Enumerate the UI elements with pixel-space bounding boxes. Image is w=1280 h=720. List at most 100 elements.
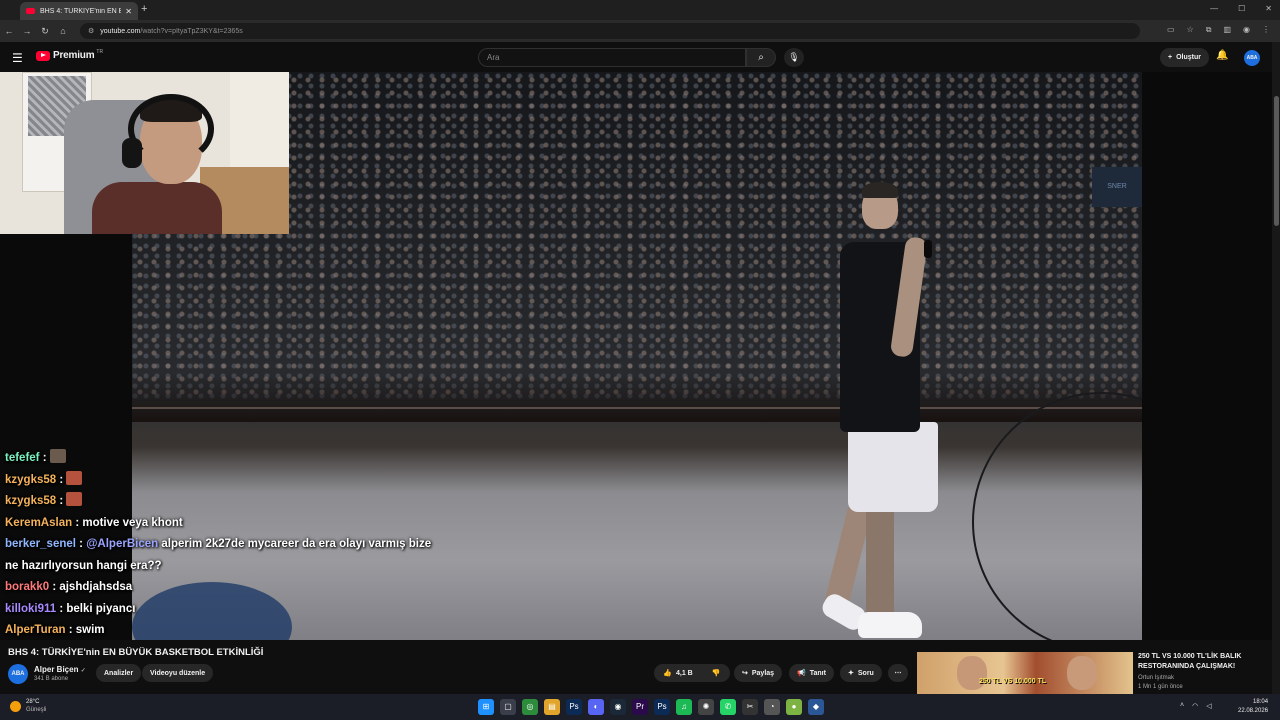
youtube-logo[interactable]: Premium TR xyxy=(36,49,103,61)
scroll-thumb[interactable] xyxy=(1274,96,1279,226)
chat-text: : xyxy=(42,452,47,464)
spotify-icon[interactable]: ♫ xyxy=(676,699,692,715)
ask-button[interactable]: ✦ Soru xyxy=(840,664,882,682)
chat-message: KeremAslan : motive veya khont xyxy=(0,513,450,535)
notifications-bell-icon[interactable]: 🔔 xyxy=(1216,50,1228,61)
volume-icon[interactable]: ◁ xyxy=(1206,702,1211,710)
recommended-video-title[interactable]: 250 TL VS 10.000 TL'LİK BALIK RESTORANIN… xyxy=(1138,652,1268,672)
chatgpt-icon[interactable]: ✺ xyxy=(698,699,714,715)
wifi-icon[interactable]: ◠ xyxy=(1192,702,1198,710)
sidebar-icon[interactable]: ▥ xyxy=(1223,25,1231,35)
recommended-meta: 1 Mn 1 gün önce xyxy=(1138,684,1183,690)
create-button[interactable]: + Oluştur xyxy=(1160,48,1209,67)
chat-overlay: tefefef : kzygks58 : kzygks58 : KeremAsl… xyxy=(0,438,450,642)
edit-video-button[interactable]: Videoyu düzenle xyxy=(142,664,214,682)
chat-message: borakk0 : ajshdjahsdsa xyxy=(0,577,450,599)
chat-username: kzygks58 xyxy=(5,495,57,507)
minimize-icon[interactable]: — xyxy=(1210,4,1218,13)
url-host: youtube.com xyxy=(100,27,141,35)
emote-icon xyxy=(49,449,66,463)
like-button[interactable]: 👍 4,1 B xyxy=(654,664,702,682)
logo-wordmark: Premium xyxy=(53,50,95,61)
app-icon[interactable]: ◆ xyxy=(808,699,824,715)
chat-username: berker_senel xyxy=(5,538,76,550)
megaphone-icon: 📢 xyxy=(797,670,806,677)
bookmark-star-icon[interactable]: ☆ xyxy=(1187,25,1194,35)
new-tab-button[interactable]: + xyxy=(141,3,147,15)
photoshop-icon[interactable]: Ps xyxy=(566,699,582,715)
plus-icon: + xyxy=(1168,54,1173,61)
more-icon: ⋯ xyxy=(894,670,902,677)
emote-icon xyxy=(66,470,83,485)
back-icon[interactable]: ← xyxy=(0,26,18,36)
chrome-profile-icon[interactable]: ◔ xyxy=(764,699,780,715)
chat-message: tefefef : xyxy=(0,448,450,470)
sparkle-icon: ✦ xyxy=(848,670,854,677)
chat-message: berker_senel : @AlperBicen alperim 2k27d… xyxy=(5,538,432,572)
chat-username: borakk0 xyxy=(5,581,50,593)
dislike-button[interactable]: 👎 xyxy=(702,664,730,682)
close-window-icon[interactable]: ✕ xyxy=(1265,4,1272,13)
url-path: /watch?v=pItyaTpZ3KY&t=2365s xyxy=(140,27,243,35)
webcam-overlay xyxy=(0,72,289,234)
share-button[interactable]: ↪ Paylaş xyxy=(734,664,783,682)
extensions-icon[interactable]: ⧉ xyxy=(1206,25,1212,35)
chat-text: : motive veya khont xyxy=(75,516,183,529)
search-input[interactable]: Ara xyxy=(478,48,746,67)
tray-chevron-icon[interactable]: ˄ xyxy=(1180,702,1184,710)
home-icon[interactable]: ⌂ xyxy=(54,26,72,36)
premiere-icon[interactable]: Pr xyxy=(632,699,648,715)
photoshop-alt-icon[interactable]: Ps xyxy=(654,699,670,715)
create-label: Oluştur xyxy=(1176,54,1201,61)
android-icon[interactable]: ● xyxy=(786,699,802,715)
thumbs-up-icon: 👍 xyxy=(663,670,672,677)
analytics-button[interactable]: Analizler xyxy=(96,664,142,682)
chrome-icon[interactable]: ◎ xyxy=(522,699,538,715)
browser-tab-strip: BHS 4: TÜRKİYE'nin EN BÜYÜK ✕ + — ☐ ✕ xyxy=(0,0,1280,20)
browser-tab[interactable]: BHS 4: TÜRKİYE'nin EN BÜYÜK ✕ xyxy=(20,2,138,20)
thumbs-down-icon: 👎 xyxy=(711,670,721,677)
recommended-channel[interactable]: Ortun Işıtmak xyxy=(1138,675,1174,681)
browser-menu-icon[interactable]: ⋮ xyxy=(1262,25,1270,35)
file-explorer-icon[interactable]: ▤ xyxy=(544,699,560,715)
chat-username: AlperTuran xyxy=(5,624,66,636)
profile-icon[interactable]: ◉ xyxy=(1243,25,1250,35)
recommended-video-thumbnail[interactable]: 250 TL VS 10.000 TL xyxy=(917,652,1133,696)
channel-name[interactable]: Alper Biçen ✓ xyxy=(34,665,86,674)
maximize-icon[interactable]: ☐ xyxy=(1238,4,1245,13)
subscriber-count: 341 B abone xyxy=(34,676,69,682)
share-icon: ↪ xyxy=(742,670,748,677)
clock-date: 22.08.2026 xyxy=(1238,708,1269,714)
task-view-icon[interactable]: ▢ xyxy=(500,699,516,715)
close-tab-icon[interactable]: ✕ xyxy=(125,7,132,16)
reload-icon[interactable]: ↻ xyxy=(36,26,54,37)
promote-button[interactable]: 📢 Tanıt xyxy=(789,664,834,682)
address-bar[interactable]: ⚙ youtube.com/watch?v=pItyaTpZ3KY&t=2365… xyxy=(80,23,1140,39)
capcut-icon[interactable]: ✂ xyxy=(742,699,758,715)
channel-avatar[interactable]: ABA xyxy=(8,664,28,684)
chat-username: KeremAslan xyxy=(5,516,73,529)
youtube-play-icon xyxy=(36,50,50,61)
temperature: 28°C xyxy=(26,699,40,705)
menu-icon[interactable]: ☰ xyxy=(12,51,23,65)
voice-search-button[interactable]: 🎙 xyxy=(784,48,804,67)
whatsapp-icon[interactable]: ✆ xyxy=(720,699,736,715)
site-info-icon[interactable]: ⚙ xyxy=(88,27,94,35)
forward-icon[interactable]: → xyxy=(18,26,36,36)
weather-sun-icon[interactable] xyxy=(10,701,21,712)
thumbnail-text: 250 TL VS 10.000 TL xyxy=(979,678,1047,685)
system-clock[interactable]: 18:04 22.08.2026 xyxy=(1238,698,1268,716)
account-avatar[interactable]: ABA xyxy=(1244,50,1260,66)
page-scrollbar[interactable] xyxy=(1272,42,1280,694)
performer xyxy=(818,182,962,640)
window-controls: — ☐ ✕ xyxy=(1210,4,1272,13)
extension-icons: ▭ ☆ ⧉ ▥ ◉ ⋮ xyxy=(1167,25,1270,35)
cast-icon[interactable]: ▭ xyxy=(1167,25,1175,35)
discord-icon[interactable]: ◐ xyxy=(588,699,604,715)
steam-icon[interactable]: ◉ xyxy=(610,699,626,715)
youtube-favicon-icon xyxy=(26,8,35,14)
more-actions-button[interactable]: ⋯ xyxy=(888,664,908,682)
search-button[interactable]: ⌕ xyxy=(746,48,776,67)
start-windows-icon[interactable]: ⊞ xyxy=(478,699,494,715)
chat-message: kzygks58 : xyxy=(0,491,450,513)
